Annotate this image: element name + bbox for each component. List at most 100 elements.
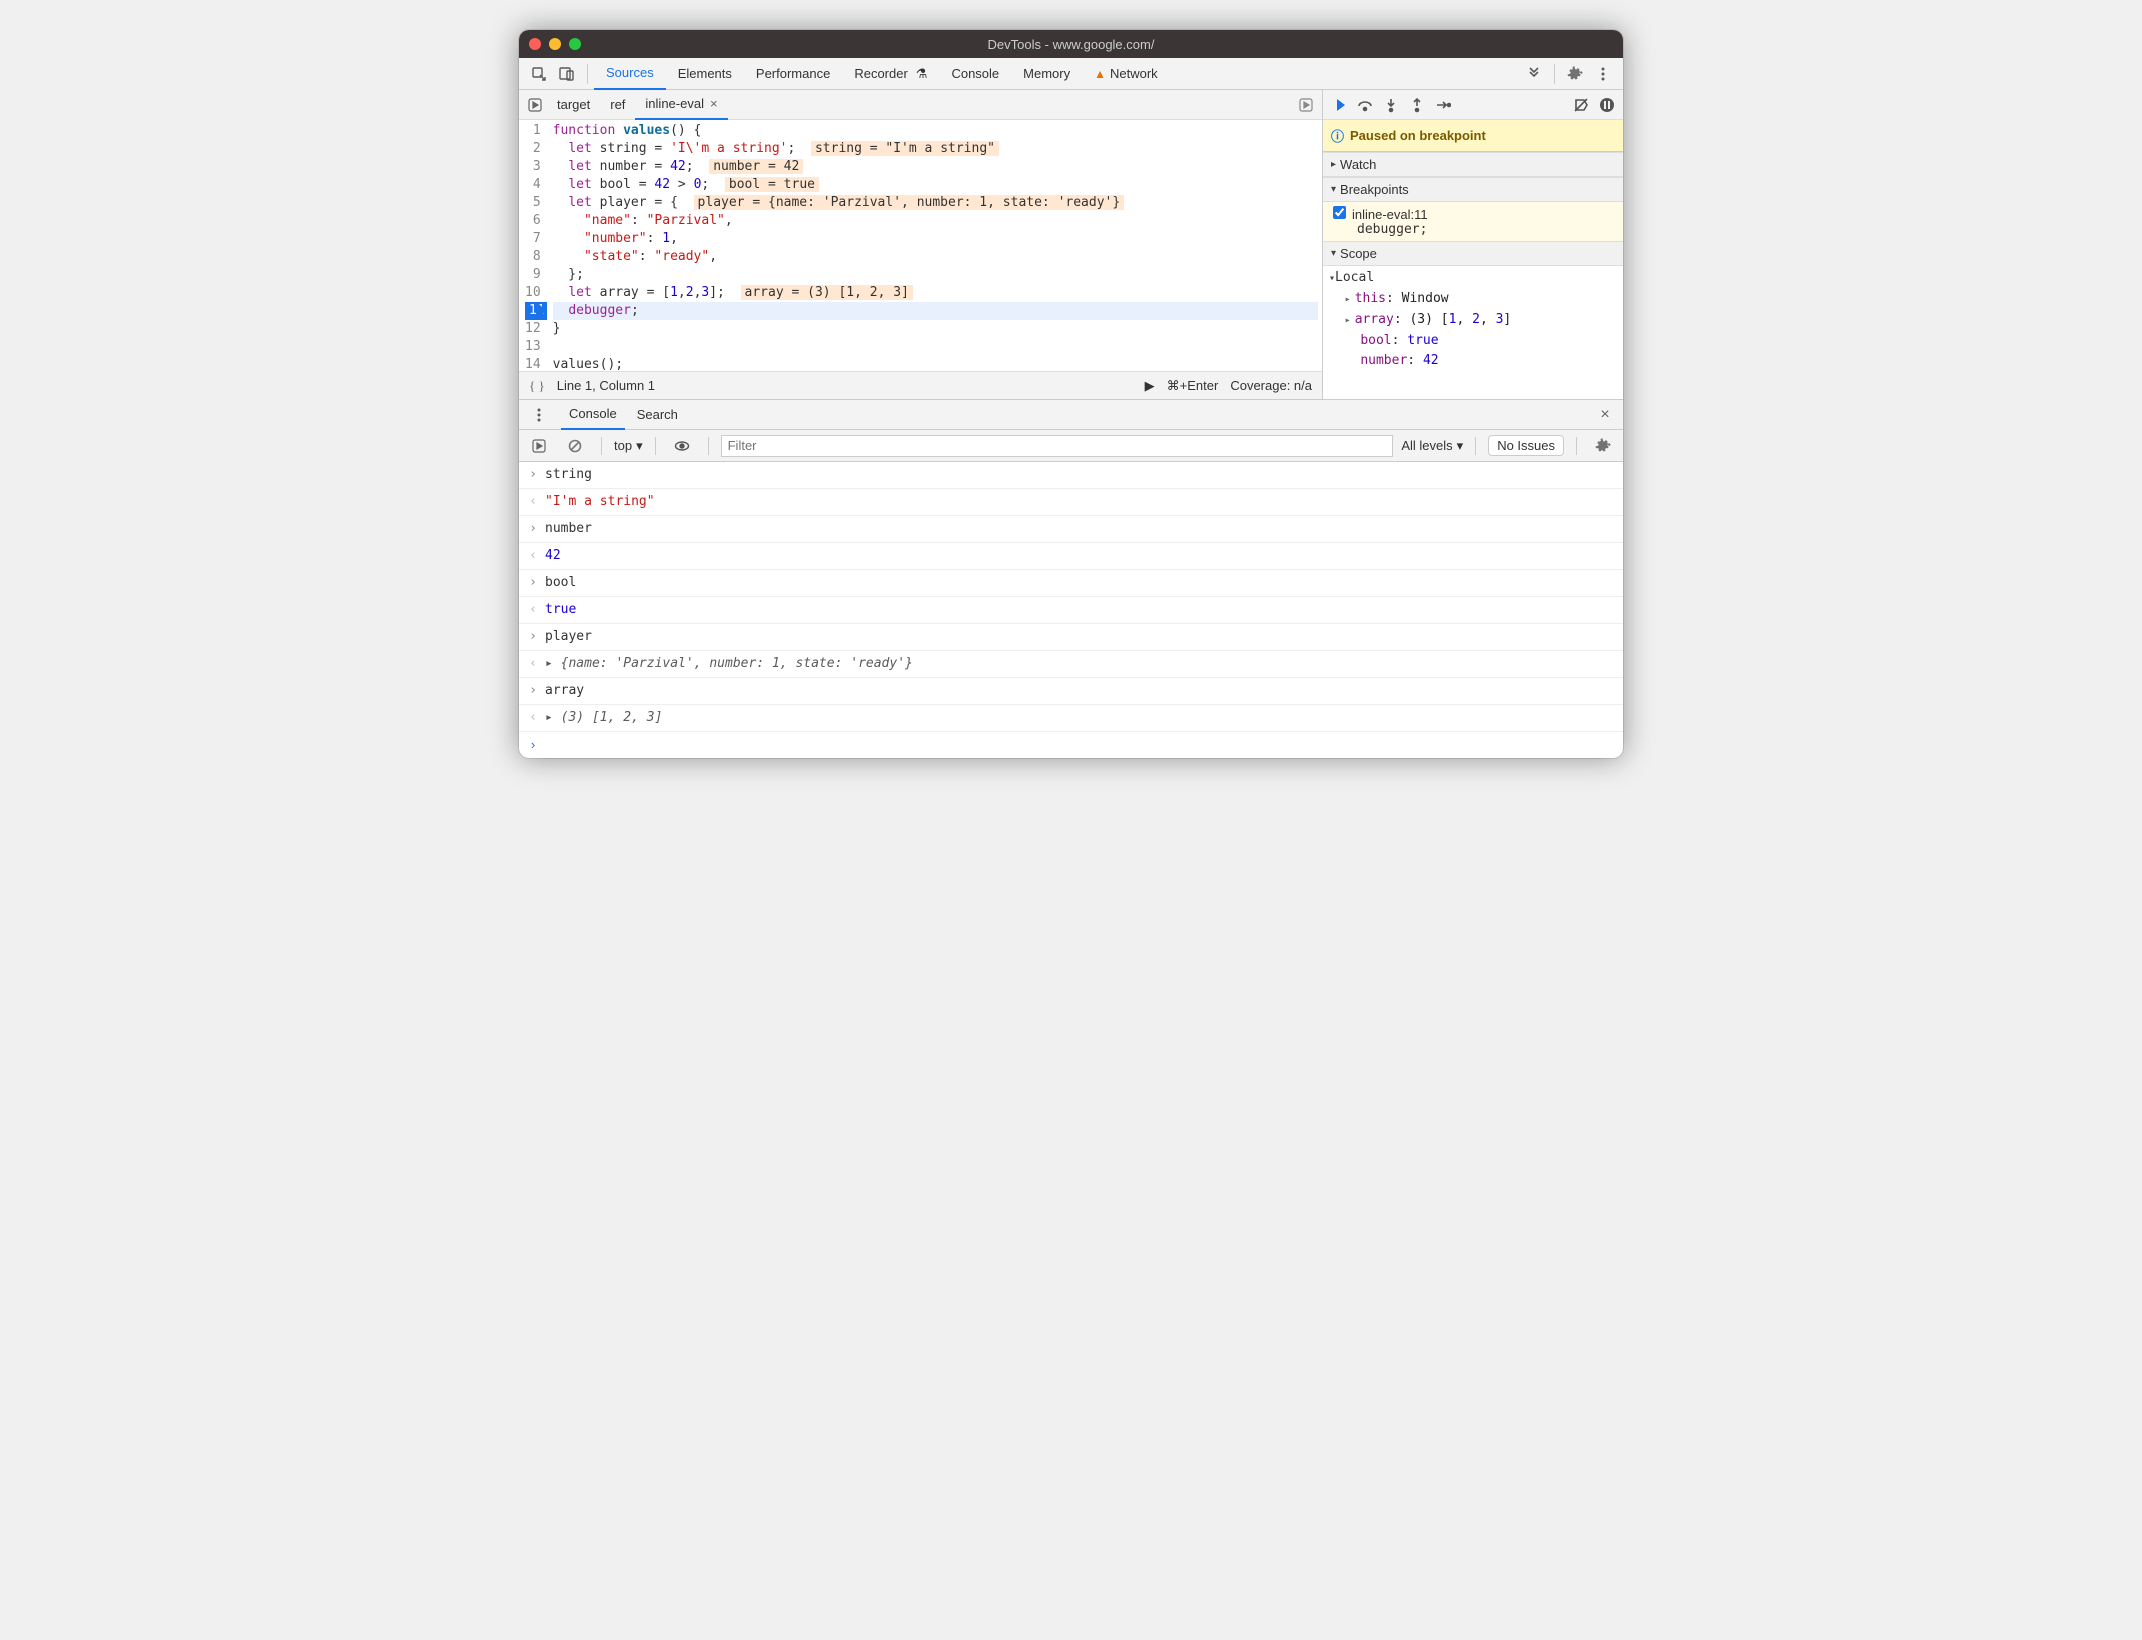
run-play-icon[interactable]: ▶: [1145, 378, 1155, 394]
cursor-position: Line 1, Column 1: [557, 378, 655, 393]
toolbar-separator: [708, 437, 709, 455]
editor-pane: targetrefinline-eval× 123456789101112131…: [519, 90, 1323, 399]
code-line[interactable]: "state": "ready",: [553, 248, 1318, 266]
watch-section-head[interactable]: ▸ Watch: [1323, 152, 1623, 177]
drawer-close-icon[interactable]: ×: [1593, 406, 1617, 424]
input-marker-icon: ›: [527, 573, 539, 593]
scope-array[interactable]: array: (3) [1, 2, 3]: [1329, 310, 1617, 331]
line-number[interactable]: 8: [525, 248, 541, 266]
window-minimize-dot[interactable]: [549, 38, 561, 50]
line-number[interactable]: 9: [525, 266, 541, 284]
code-line[interactable]: let array = [1,2,3]; array = (3) [1, 2, …: [553, 284, 1318, 302]
code-line[interactable]: "number": 1,: [553, 230, 1318, 248]
line-number[interactable]: 12: [525, 320, 541, 338]
code-line[interactable]: function values() {: [553, 122, 1318, 140]
breakpoints-section-head[interactable]: ▾ Breakpoints: [1323, 177, 1623, 202]
code-line[interactable]: };: [553, 266, 1318, 284]
console-value: true: [545, 600, 576, 620]
main-tab-sources[interactable]: Sources: [594, 58, 666, 90]
kebab-menu-icon[interactable]: [1589, 60, 1617, 88]
main-tab-performance[interactable]: Performance: [744, 58, 842, 90]
settings-gear-icon[interactable]: [1561, 60, 1589, 88]
line-number[interactable]: 7: [525, 230, 541, 248]
console-input-row: ›string: [519, 462, 1623, 489]
code-line[interactable]: debugger;: [553, 302, 1318, 320]
file-tab-target[interactable]: target: [547, 90, 600, 120]
line-number[interactable]: 3: [525, 158, 541, 176]
main-tab-elements[interactable]: Elements: [666, 58, 744, 90]
code-line[interactable]: [553, 338, 1318, 356]
console-output-row: ‹▸ (3) [1, 2, 3]: [519, 705, 1623, 732]
code-line[interactable]: let string = 'I\'m a string'; string = "…: [553, 140, 1318, 158]
filter-input[interactable]: [721, 435, 1394, 457]
code-line[interactable]: values();: [553, 356, 1318, 371]
inspect-element-icon[interactable]: [525, 60, 553, 88]
line-number[interactable]: 13: [525, 338, 541, 356]
warning-icon: ▲: [1094, 67, 1106, 81]
file-tab-inline-eval[interactable]: inline-eval×: [635, 90, 727, 120]
chevron-right-icon: ▸: [1331, 159, 1336, 170]
code-line[interactable]: let number = 42; number = 42: [553, 158, 1318, 176]
code-line[interactable]: let bool = 42 > 0; bool = true: [553, 176, 1318, 194]
close-file-icon[interactable]: ×: [710, 96, 718, 111]
main-tab-console[interactable]: Console: [939, 58, 1011, 90]
line-number[interactable]: 10: [525, 284, 541, 302]
window-close-dot[interactable]: [529, 38, 541, 50]
main-tab-recorder[interactable]: Recorder ⚗: [842, 58, 939, 90]
scope-local-label[interactable]: Local: [1335, 270, 1374, 285]
toolbar-separator: [1576, 437, 1577, 455]
file-tab-ref[interactable]: ref: [600, 90, 635, 120]
line-number[interactable]: 4: [525, 176, 541, 194]
step-into-button[interactable]: [1379, 93, 1403, 117]
main-tab-network[interactable]: ▲Network: [1082, 58, 1170, 90]
breakpoint-file: inline-eval:11: [1352, 207, 1428, 222]
resume-button[interactable]: [1327, 93, 1351, 117]
code-line[interactable]: }: [553, 320, 1318, 338]
more-files-icon[interactable]: [1294, 98, 1318, 112]
format-braces-icon[interactable]: { }: [529, 378, 545, 394]
code-line[interactable]: let player = { player = {name: 'Parzival…: [553, 194, 1318, 212]
line-number[interactable]: 5: [525, 194, 541, 212]
device-toolbar-icon[interactable]: [553, 60, 581, 88]
live-expression-icon[interactable]: [668, 432, 696, 460]
line-number[interactable]: 14: [525, 356, 541, 371]
console-sidebar-icon[interactable]: [525, 432, 553, 460]
console-prompt[interactable]: ›: [519, 732, 1623, 758]
beaker-icon: ⚗: [916, 66, 928, 82]
console-settings-icon[interactable]: [1589, 432, 1617, 460]
main-tab-label: Performance: [756, 66, 830, 81]
drawer-tab-console[interactable]: Console: [561, 400, 625, 430]
levels-value: All levels: [1401, 438, 1452, 453]
main-tab-memory[interactable]: Memory: [1011, 58, 1082, 90]
line-number[interactable]: 1: [525, 122, 541, 140]
breakpoint-checkbox[interactable]: [1333, 206, 1346, 219]
code-editor[interactable]: 1234567891011121314 function values() { …: [519, 120, 1322, 371]
step-button[interactable]: [1431, 93, 1455, 117]
levels-select[interactable]: All levels▾: [1401, 438, 1463, 454]
overflow-tabs-icon[interactable]: [1520, 60, 1548, 88]
toolbar-separator: [655, 437, 656, 455]
step-over-button[interactable]: [1353, 93, 1377, 117]
breakpoint-item[interactable]: inline-eval:11 debugger;: [1323, 202, 1623, 241]
deactivate-breakpoints-button[interactable]: [1569, 93, 1593, 117]
prompt-icon: ›: [527, 735, 539, 755]
line-number[interactable]: 6: [525, 212, 541, 230]
drawer-kebab-icon[interactable]: [525, 401, 553, 429]
drawer-tab-search[interactable]: Search: [629, 400, 686, 430]
code-line[interactable]: "name": "Parzival",: [553, 212, 1318, 230]
console-filter[interactable]: [721, 435, 1394, 457]
window-zoom-dot[interactable]: [569, 38, 581, 50]
main-tab-label: Recorder: [854, 66, 907, 81]
clear-console-icon[interactable]: [561, 432, 589, 460]
step-out-button[interactable]: [1405, 93, 1429, 117]
console-output[interactable]: ›string‹"I'm a string"›number‹42›bool‹tr…: [519, 462, 1623, 732]
issues-button[interactable]: No Issues: [1488, 435, 1564, 456]
scope-section-head[interactable]: ▾ Scope: [1323, 241, 1623, 266]
line-number[interactable]: 11: [525, 302, 547, 320]
line-number[interactable]: 2: [525, 140, 541, 158]
run-snippet-icon[interactable]: [523, 98, 547, 112]
scope-this[interactable]: this: Window: [1329, 289, 1617, 310]
pause-exceptions-button[interactable]: [1595, 93, 1619, 117]
console-input-row: ›array: [519, 678, 1623, 705]
context-select[interactable]: top▾: [614, 438, 643, 454]
